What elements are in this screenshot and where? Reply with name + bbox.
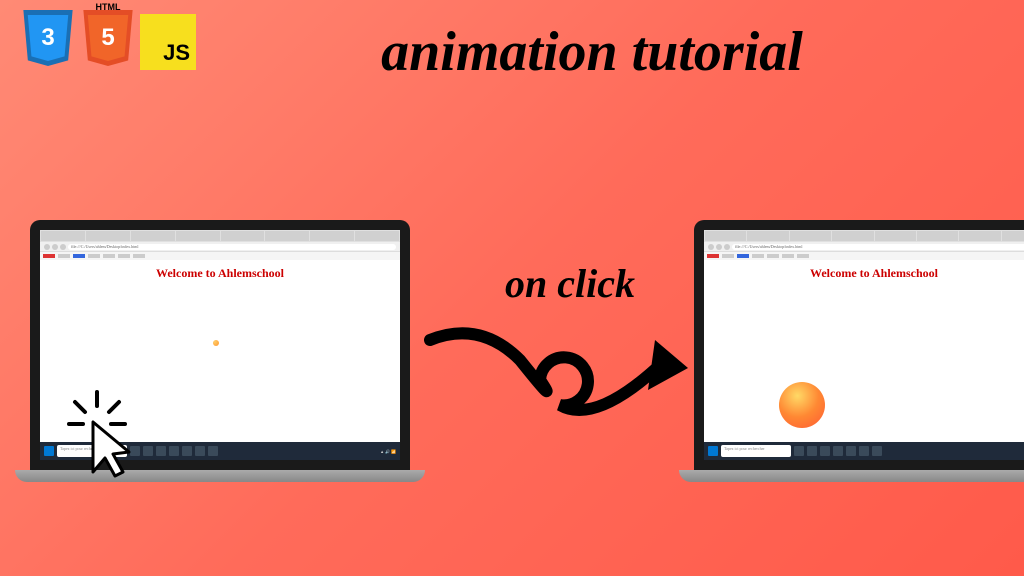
page-heading: Welcome to Ahlemschool bbox=[40, 266, 400, 281]
browser-tab bbox=[265, 231, 309, 241]
browser-tab bbox=[86, 231, 130, 241]
bookmark-item bbox=[722, 254, 734, 258]
system-tray: ▲ 🔊 📶 bbox=[380, 449, 396, 454]
browser-tab bbox=[41, 231, 85, 241]
taskbar-icon bbox=[156, 446, 166, 456]
address-bar: file:///C:/Users/ahlem/Desktop/index.htm… bbox=[40, 242, 400, 252]
url-field: file:///C:/Users/ahlem/Desktop/index.htm… bbox=[732, 244, 1024, 250]
bookmark-item bbox=[103, 254, 115, 258]
taskbar-icon bbox=[807, 446, 817, 456]
reload-icon bbox=[724, 244, 730, 250]
taskbar-icon bbox=[169, 446, 179, 456]
bookmark-item bbox=[43, 254, 55, 258]
bookmark-item bbox=[133, 254, 145, 258]
laptop-screen-after: file:///C:/Users/ahlem/Desktop/index.htm… bbox=[694, 220, 1024, 470]
bookmark-item bbox=[782, 254, 794, 258]
taskbar-icon bbox=[195, 446, 205, 456]
ball-small-icon bbox=[213, 340, 219, 346]
page-content-after: Welcome to Ahlemschool bbox=[704, 260, 1024, 438]
url-field: file:///C:/Users/ahlem/Desktop/index.htm… bbox=[68, 244, 396, 250]
cursor-click-icon bbox=[65, 390, 145, 480]
browser-tab bbox=[832, 231, 873, 241]
ball-large-icon bbox=[779, 382, 825, 428]
browser-tab bbox=[705, 231, 746, 241]
browser-tab bbox=[959, 231, 1000, 241]
browser-window-after: file:///C:/Users/ahlem/Desktop/index.htm… bbox=[704, 230, 1024, 460]
bookmark-item bbox=[797, 254, 809, 258]
css3-badge: 3 bbox=[20, 10, 76, 74]
bookmarks-bar bbox=[704, 252, 1024, 260]
bookmarks-bar bbox=[40, 252, 400, 260]
css3-number: 3 bbox=[25, 15, 71, 61]
browser-tab bbox=[310, 231, 354, 241]
browser-tab bbox=[1002, 231, 1024, 241]
nav-back-icon bbox=[708, 244, 714, 250]
js-badge: JS bbox=[140, 14, 196, 70]
bookmark-item bbox=[767, 254, 779, 258]
browser-tab bbox=[875, 231, 916, 241]
address-bar: file:///C:/Users/ahlem/Desktop/index.htm… bbox=[704, 242, 1024, 252]
nav-back-icon bbox=[44, 244, 50, 250]
taskbar-icon bbox=[833, 446, 843, 456]
main-title: animation tutorial bbox=[200, 20, 984, 84]
html5-number: 5 bbox=[85, 15, 131, 61]
nav-forward-icon bbox=[716, 244, 722, 250]
windows-start-icon bbox=[708, 446, 718, 456]
taskbar-icon bbox=[820, 446, 830, 456]
taskbar-icon bbox=[872, 446, 882, 456]
bookmark-item bbox=[88, 254, 100, 258]
reload-icon bbox=[60, 244, 66, 250]
browser-tab bbox=[747, 231, 788, 241]
laptop-after: file:///C:/Users/ahlem/Desktop/index.htm… bbox=[694, 220, 1024, 482]
windows-start-icon bbox=[44, 446, 54, 456]
taskbar-icon bbox=[182, 446, 192, 456]
browser-tab bbox=[355, 231, 399, 241]
browser-tab bbox=[221, 231, 265, 241]
bookmark-item bbox=[752, 254, 764, 258]
js-label-text: JS bbox=[163, 40, 190, 66]
taskbar-icon bbox=[859, 446, 869, 456]
browser-tabs bbox=[704, 230, 1024, 242]
tech-badges: 3 HTML 5 JS bbox=[20, 10, 200, 74]
browser-tab bbox=[131, 231, 175, 241]
taskbar-icon bbox=[846, 446, 856, 456]
browser-tab bbox=[176, 231, 220, 241]
page-heading: Welcome to Ahlemschool bbox=[704, 266, 1024, 281]
bookmark-item bbox=[737, 254, 749, 258]
bookmark-item bbox=[707, 254, 719, 258]
laptop-base bbox=[679, 470, 1024, 482]
bookmark-item bbox=[118, 254, 130, 258]
windows-taskbar: Tapez ici pour rechercher ▲ 🔊 📶 bbox=[704, 442, 1024, 460]
on-click-label: on click bbox=[505, 260, 635, 307]
taskbar-icon bbox=[208, 446, 218, 456]
taskbar-icon bbox=[794, 446, 804, 456]
browser-tabs bbox=[40, 230, 400, 242]
bookmark-item bbox=[58, 254, 70, 258]
nav-forward-icon bbox=[52, 244, 58, 250]
html5-badge: HTML 5 bbox=[80, 10, 136, 74]
browser-tab bbox=[790, 231, 831, 241]
browser-tab bbox=[917, 231, 958, 241]
curly-arrow-icon bbox=[420, 310, 700, 460]
taskbar-search: Tapez ici pour rechercher bbox=[721, 445, 791, 457]
bookmark-item bbox=[73, 254, 85, 258]
